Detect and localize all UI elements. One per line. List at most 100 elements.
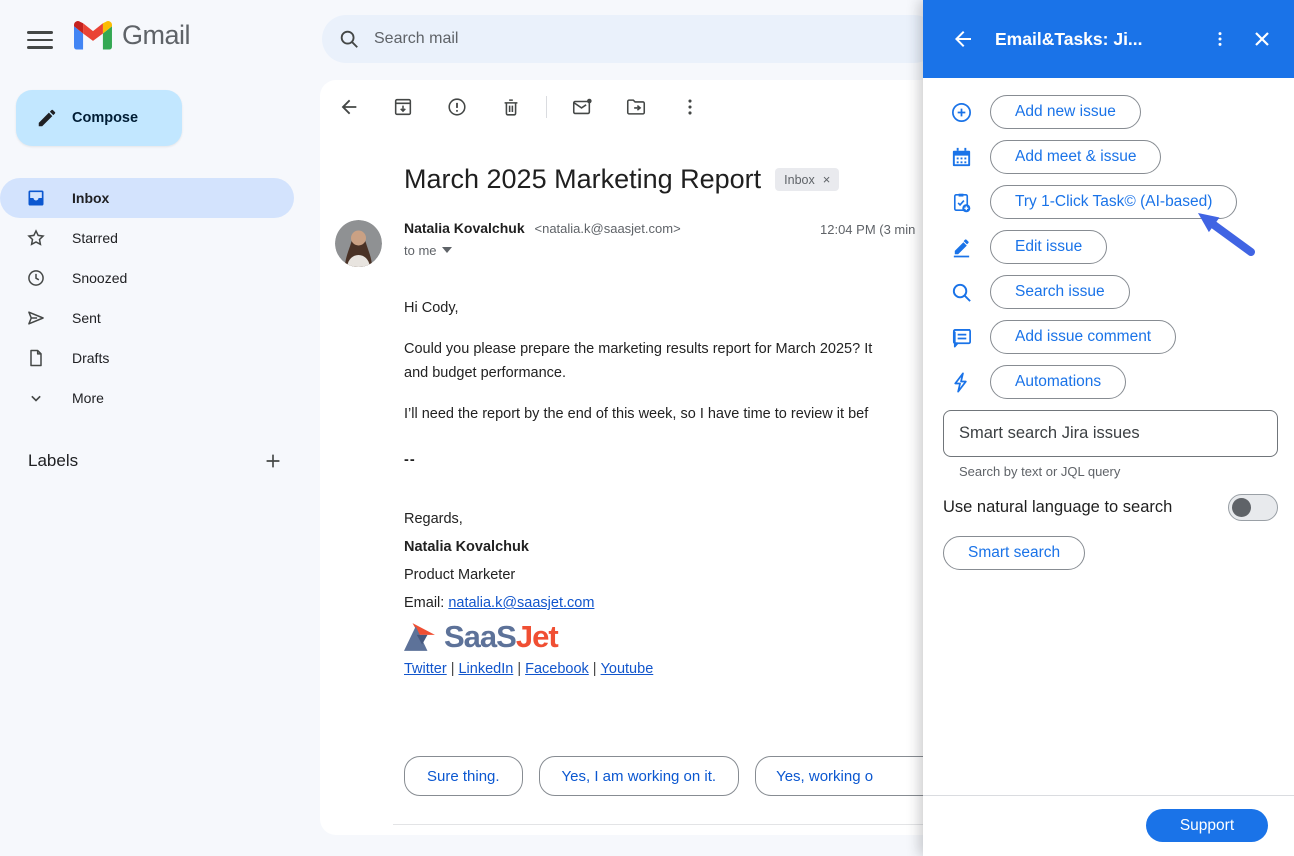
saasjet-logo: SaaSJet (402, 621, 872, 653)
add-circle-icon (950, 101, 973, 124)
labels-section: Labels (28, 450, 284, 472)
chip-label: Inbox (784, 173, 815, 187)
linkedin-link[interactable]: LinkedIn (458, 661, 513, 677)
social-links: Twitter|LinkedIn|Facebook|Youtube (404, 657, 872, 681)
toggle-knob (1232, 498, 1251, 517)
facebook-link[interactable]: Facebook (525, 661, 589, 677)
task-add-icon (950, 191, 973, 214)
archive-icon[interactable] (392, 96, 414, 118)
inbox-label-chip[interactable]: Inbox × (775, 168, 839, 191)
action-row-add-comment: Add issue comment (950, 320, 1176, 354)
panel-footer-divider (923, 795, 1294, 796)
body-line: I’ll need the report by the end of this … (404, 402, 872, 426)
sidebar-item-label: More (72, 390, 104, 406)
signature-email-link[interactable]: natalia.k@saasjet.com (448, 595, 594, 611)
sidebar-item-label: Inbox (72, 190, 109, 206)
sender-name: Natalia Kovalchuk (404, 220, 525, 236)
sidebar-item-snoozed[interactable]: Snoozed (0, 258, 300, 298)
sidebar-item-label: Sent (72, 310, 101, 326)
body-line: Hi Cody, (404, 296, 872, 320)
panel-close-icon[interactable] (1250, 27, 1274, 51)
search-issue-button[interactable]: Search issue (990, 275, 1130, 309)
mark-unread-icon[interactable] (571, 96, 593, 118)
sidebar-item-sent[interactable]: Sent (0, 298, 300, 338)
action-row-one-click-task: Try 1-Click Task© (AI-based) (950, 185, 1237, 219)
saasjet-text-jet: Jet (516, 619, 558, 654)
natural-language-toggle[interactable] (1228, 494, 1278, 521)
search-mail-input[interactable] (374, 30, 794, 48)
email-timestamp: 12:04 PM (3 min (820, 222, 915, 237)
add-issue-comment-button[interactable]: Add issue comment (990, 320, 1176, 354)
add-meet-issue-button[interactable]: Add meet & issue (990, 140, 1161, 174)
document-icon (26, 348, 46, 368)
toggle-label: Use natural language to search (943, 498, 1172, 517)
panel-back-icon[interactable] (951, 27, 975, 51)
main-menu-icon[interactable] (27, 26, 53, 52)
sidebar-item-label: Snoozed (72, 270, 127, 286)
action-row-automations: Automations (950, 365, 1126, 399)
search-hint-text: Search by text or JQL query (959, 464, 1120, 479)
pencil-icon (36, 107, 58, 129)
smart-reply-1[interactable]: Sure thing. (404, 756, 523, 796)
edit-issue-button[interactable]: Edit issue (990, 230, 1107, 264)
action-row-edit-issue: Edit issue (950, 230, 1107, 264)
panel-title: Email&Tasks: Ji... (995, 29, 1190, 50)
signature-name: Natalia Kovalchuk (404, 535, 872, 559)
move-to-folder-icon[interactable] (625, 96, 647, 118)
separator: | (593, 661, 597, 677)
delete-icon[interactable] (500, 96, 522, 118)
lightning-icon (950, 371, 973, 394)
gmail-m-icon (74, 21, 112, 50)
smart-search-button[interactable]: Smart search (943, 536, 1085, 570)
signature-regards: Regards, (404, 507, 872, 531)
sender-avatar[interactable] (335, 220, 382, 267)
avatar-photo (335, 220, 382, 267)
sender-address: <natalia.k@saasjet.com> (535, 221, 681, 236)
add-new-issue-button[interactable]: Add new issue (990, 95, 1141, 129)
email-toolbar (338, 96, 701, 118)
smart-reply-2[interactable]: Yes, I am working on it. (539, 756, 740, 796)
action-row-search-issue: Search issue (950, 275, 1130, 309)
compose-button[interactable]: Compose (16, 90, 182, 146)
body-line: and budget performance. (404, 361, 872, 385)
panel-more-icon[interactable] (1210, 27, 1230, 51)
report-spam-icon[interactable] (446, 96, 468, 118)
send-icon (26, 308, 46, 328)
add-label-icon[interactable] (262, 450, 284, 472)
saasjet-text-saas: SaaS (444, 619, 516, 654)
chevron-down-icon (26, 388, 46, 408)
signature-role: Product Marketer (404, 563, 872, 587)
smart-search-input[interactable] (943, 410, 1278, 457)
support-button[interactable]: Support (1146, 809, 1268, 842)
labels-header: Labels (28, 451, 78, 471)
sidebar-nav: Inbox Starred Snoozed Sent Drafts More (0, 178, 300, 418)
twitter-link[interactable]: Twitter (404, 661, 447, 677)
email-subject: March 2025 Marketing Report (404, 164, 761, 195)
addon-panel-header: Email&Tasks: Ji... (923, 0, 1294, 78)
search-mail-bar[interactable] (322, 15, 938, 63)
more-options-icon[interactable] (679, 96, 701, 118)
automations-button[interactable]: Automations (990, 365, 1126, 399)
gmail-brand-text: Gmail (122, 20, 190, 51)
gmail-logo[interactable]: Gmail (74, 20, 190, 51)
recipient-dropdown[interactable]: to me (404, 243, 681, 258)
back-arrow-icon[interactable] (338, 96, 360, 118)
clock-icon (26, 268, 46, 288)
separator: | (451, 661, 455, 677)
sidebar-item-more[interactable]: More (0, 378, 300, 418)
calendar-icon (950, 146, 973, 169)
sidebar-item-inbox[interactable]: Inbox (0, 178, 294, 218)
body-line: Could you please prepare the marketing r… (404, 337, 872, 361)
natural-language-toggle-row: Use natural language to search (943, 494, 1278, 521)
sidebar-item-drafts[interactable]: Drafts (0, 338, 300, 378)
caret-down-icon (442, 247, 452, 254)
action-row-add-new-issue: Add new issue (950, 95, 1141, 129)
comment-icon (950, 326, 973, 349)
compose-label: Compose (72, 110, 138, 126)
email-label: Email: (404, 595, 444, 611)
remove-label-icon[interactable]: × (823, 172, 831, 187)
sidebar-item-starred[interactable]: Starred (0, 218, 300, 258)
toolbar-divider (546, 96, 547, 118)
youtube-link[interactable]: Youtube (601, 661, 654, 677)
one-click-task-button[interactable]: Try 1-Click Task© (AI-based) (990, 185, 1237, 219)
